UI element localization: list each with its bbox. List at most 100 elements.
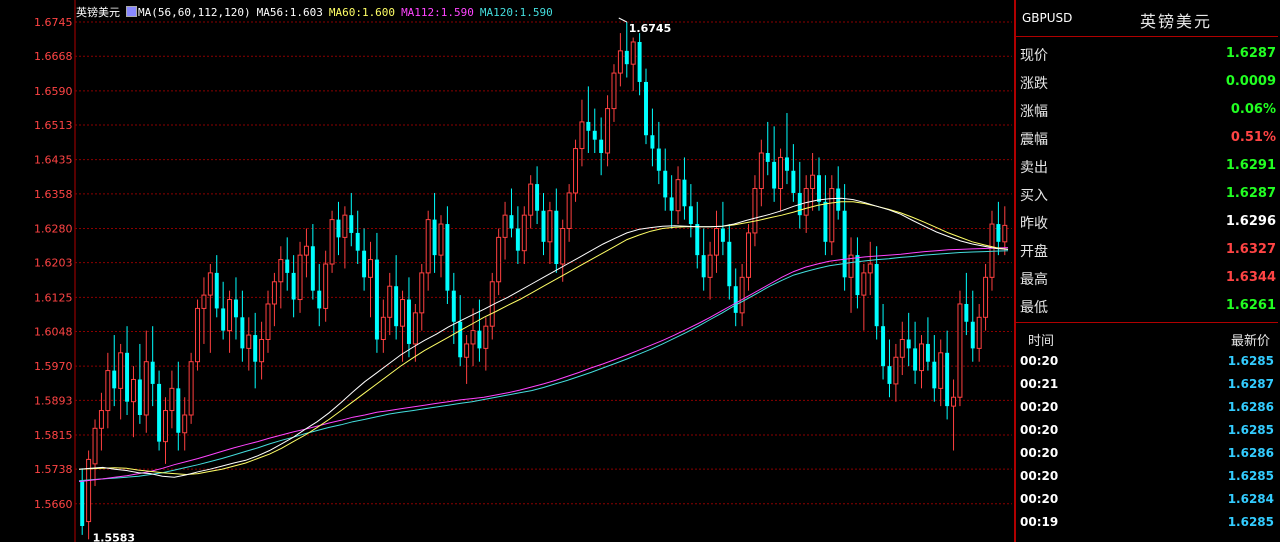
ma-indicator-icon[interactable] xyxy=(126,6,137,17)
trade-row[interactable]: 00:20 1.6285 xyxy=(1016,351,1278,374)
candle-body-down xyxy=(586,121,591,131)
chart-legend: 英镑美元 MA(56,60,112,120) MA56:1.603 MA60:1.60… xyxy=(76,4,559,20)
y-tick-label: 1.6125 xyxy=(34,291,73,304)
y-tick-label: 1.6590 xyxy=(34,85,73,98)
quote-panel: GBPUSD 英镑美元 现价 1.6287 涨跌 0.0009 涨幅 0.06% 震幅 0.5… xyxy=(1016,0,1280,542)
quote-row: 买入 1.6287 xyxy=(1016,179,1278,207)
section-divider xyxy=(1016,322,1278,323)
candle-body-down xyxy=(336,219,341,238)
candle-body-up xyxy=(528,183,534,216)
candle-body-down xyxy=(291,272,296,300)
candle-body-up xyxy=(105,370,111,412)
candle-body-down xyxy=(592,130,597,140)
candle-body-down xyxy=(945,352,950,407)
candle-body-up xyxy=(605,108,611,154)
candle-body-up xyxy=(271,281,277,305)
candle-body-up xyxy=(246,334,252,349)
trade-row[interactable]: 00:20 1.6285 xyxy=(1016,466,1278,489)
trade-row[interactable]: 00:20 1.6286 xyxy=(1016,397,1278,420)
candle-body-up xyxy=(412,312,418,345)
candle-body-down xyxy=(784,157,789,171)
trades-price-header: 最新价 xyxy=(1230,334,1270,349)
candle-body-up xyxy=(752,188,758,234)
candle-body-up xyxy=(938,352,944,389)
candle-body-down xyxy=(394,286,399,327)
candle-body-down xyxy=(285,259,290,273)
trade-row[interactable]: 00:19 1.6285 xyxy=(1016,512,1278,535)
candle-body-down xyxy=(733,286,738,313)
candle-body-down xyxy=(932,361,937,389)
candle-body-up xyxy=(195,307,201,363)
candle-body-down xyxy=(695,224,700,256)
candle-body-up xyxy=(579,121,585,150)
candle-body-up xyxy=(92,427,98,465)
candle-body-down xyxy=(157,383,162,442)
legend-ma60: MA60:1.600 xyxy=(328,6,396,19)
y-tick-label: 1.6745 xyxy=(34,16,73,29)
candle-body-up xyxy=(675,179,681,212)
trade-row[interactable]: 00:20 1.6285 xyxy=(1016,420,1278,443)
candle-body-down xyxy=(362,250,367,278)
candle-body-down xyxy=(80,481,85,527)
symbol-code: GBPUSD xyxy=(1022,11,1073,25)
candle-body-up xyxy=(118,352,124,389)
candle-body-down xyxy=(221,308,226,331)
candle-body-up xyxy=(265,303,271,341)
candle-body-up xyxy=(502,214,508,238)
candle-body-up xyxy=(188,361,194,416)
candle-body-up xyxy=(303,245,309,256)
quote-value: 1.6261 xyxy=(1225,298,1276,313)
candle-body-up xyxy=(746,232,752,278)
trade-row[interactable]: 00:20 1.6286 xyxy=(1016,443,1278,466)
candle-body-down xyxy=(701,255,706,278)
candle-body-up xyxy=(438,223,444,256)
candle-body-down xyxy=(906,339,911,349)
quote-value: 0.0009 xyxy=(1225,74,1276,89)
quote-label: 最高 xyxy=(1020,272,1048,288)
quote-label: 卖出 xyxy=(1020,160,1048,176)
chart-canvas[interactable]: 1.6745 1.6668 1.6590 1.6513 1.6435 1.6358 1.62… xyxy=(0,0,1014,542)
candle-body-down xyxy=(541,210,546,242)
y-tick-label: 1.5970 xyxy=(34,360,73,373)
candle-body-up xyxy=(419,272,425,314)
candle-body-up xyxy=(707,254,713,278)
candle-body-up xyxy=(464,343,470,358)
candle-body-down xyxy=(233,299,238,318)
quote-value: 1.6344 xyxy=(1225,270,1276,285)
candle-body-down xyxy=(112,370,117,389)
trade-time: 00:19 xyxy=(1020,515,1059,529)
quote-panel-header: GBPUSD 英镑美元 xyxy=(1016,0,1278,37)
candle-body-up xyxy=(182,414,188,434)
candle-body-down xyxy=(817,175,821,202)
candle-body-up xyxy=(778,156,784,190)
candle-body-down xyxy=(310,246,315,291)
candle-body-down xyxy=(874,264,879,327)
candle-body-up xyxy=(368,259,373,278)
quote-row: 昨收 1.6296 xyxy=(1016,207,1278,235)
candle-body-down xyxy=(772,161,777,189)
candle-body-down xyxy=(964,303,969,322)
candle-body-down xyxy=(445,224,450,291)
candle-body-down xyxy=(720,228,725,242)
candle-body-down xyxy=(823,201,828,242)
candle-body-up xyxy=(919,343,924,372)
trade-row[interactable]: 00:20 1.6284 xyxy=(1016,489,1278,512)
quote-value: 1.6287 xyxy=(1225,46,1276,61)
trade-row[interactable]: 00:21 1.6287 xyxy=(1016,374,1278,397)
candle-body-down xyxy=(137,379,142,415)
trade-time: 00:20 xyxy=(1020,469,1059,483)
low-marker-label: 1.5583 xyxy=(93,531,135,542)
y-tick-label: 1.6513 xyxy=(34,119,73,132)
quote-value: 0.06% xyxy=(1230,102,1276,117)
candle-body-down xyxy=(451,290,456,322)
candle-body-up xyxy=(810,174,816,190)
candle-body-down xyxy=(406,299,411,344)
legend-ma-params: MA(56,60,112,120) xyxy=(138,6,251,19)
candle-body-up xyxy=(380,316,386,341)
quote-label: 昨收 xyxy=(1020,216,1048,232)
candle-body-down xyxy=(656,148,661,171)
candle-body-up xyxy=(227,299,233,332)
candlestick-chart[interactable]: 1.6745 1.6668 1.6590 1.6513 1.6435 1.6358 1.62… xyxy=(0,0,1016,542)
candle-body-up xyxy=(983,276,989,318)
candle-body-down xyxy=(669,197,674,211)
